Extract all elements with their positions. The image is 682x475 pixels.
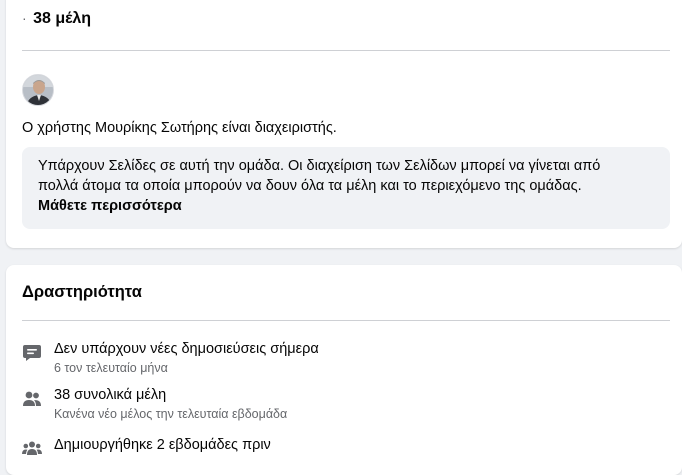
activity-members-subtext: Κανένα νέο μέλος την τελευταία εβδομάδα — [54, 407, 288, 421]
learn-more-link[interactable]: Μάθετε περισσότερα — [38, 196, 654, 216]
activity-posts-text: Δεν υπάρχουν νέες δημοσιεύσεις σήμερα — [54, 341, 319, 357]
admin-avatar[interactable] — [22, 74, 54, 106]
members-count[interactable]: · 38 μέλη — [22, 10, 91, 28]
divider — [22, 320, 670, 321]
members-count-label: 38 μέλη — [33, 10, 92, 27]
chat-bubble-icon — [22, 343, 42, 363]
group-icon — [22, 439, 42, 459]
pages-info-box: Υπάρχουν Σελίδες σε αυτή την ομάδα. Οι δ… — [22, 147, 670, 229]
avatar-image — [23, 75, 53, 105]
divider — [22, 50, 670, 51]
pages-info-line-2: πολλά άτομα τα οποία μπορούν να δουν όλα… — [38, 178, 582, 194]
group-about-card: · 38 μέλη Ο χρήστης Μουρίκης Σωτήρης είν… — [6, 0, 682, 248]
admin-info-text: Ο χρήστης Μουρίκης Σωτήρης είναι διαχειρ… — [22, 120, 337, 136]
people-icon — [22, 389, 42, 409]
pages-info-line-1: Υπάρχουν Σελίδες σε αυτή την ομάδα. Οι δ… — [38, 158, 601, 174]
activity-members-text: 38 συνολικά μέλη — [54, 387, 167, 403]
activity-posts-subtext: 6 τον τελευταίο μήνα — [54, 361, 168, 375]
activity-card: Δραστηριότητα Δεν υπάρχουν νέες δημοσιεύ… — [6, 265, 682, 475]
separator-dot: · — [22, 10, 27, 26]
activity-title: Δραστηριότητα — [22, 283, 142, 301]
activity-created-text: Δημιουργήθηκε 2 εβδομάδες πριν — [54, 437, 271, 453]
